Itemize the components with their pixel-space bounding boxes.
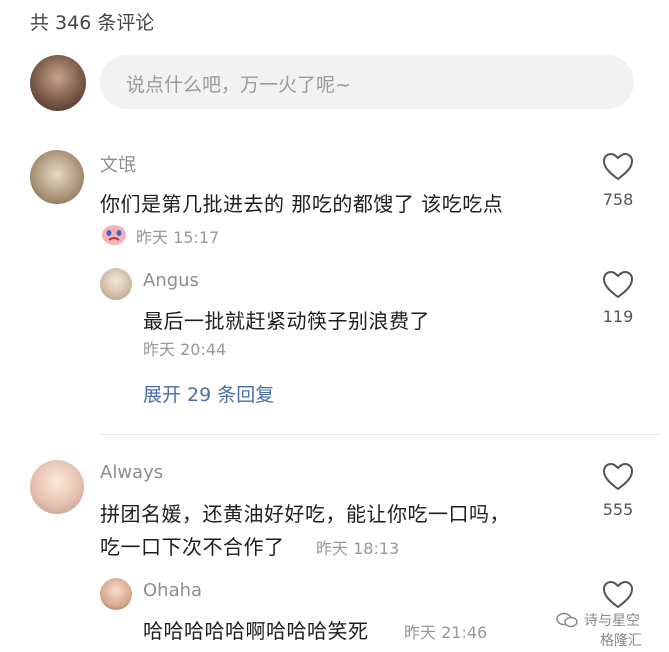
comment-text-line1: 拼团名媛，还黄油好好吃，能让你吃一口吗， [100, 502, 510, 526]
crying-emoji-icon [102, 225, 126, 245]
current-user-avatar[interactable] [30, 55, 86, 111]
comment-username[interactable]: 文氓 [100, 151, 136, 177]
reply-text: 最后一批就赶紧动筷子别浪费了 [143, 309, 430, 333]
watermark-logo: 格隆汇 [600, 633, 642, 649]
avatar[interactable] [100, 268, 132, 300]
avatar[interactable] [30, 150, 84, 204]
like-count: 555 [602, 500, 634, 519]
reply-time: 昨天 21:46 [404, 623, 488, 642]
like-heart-icon[interactable] [602, 152, 634, 182]
comment-count: 共 346 条评论 [30, 12, 155, 34]
reply-text: 哈哈哈哈哈啊哈哈哈笑死 [143, 619, 369, 643]
comment-time: 昨天 18:13 [316, 539, 400, 558]
reply-username[interactable]: Ohaha [143, 580, 202, 601]
comment-input-placeholder: 说点什么吧，万一火了呢~ [126, 74, 351, 96]
reply-time: 昨天 20:44 [143, 340, 227, 359]
avatar[interactable] [100, 578, 132, 610]
like-heart-icon[interactable] [602, 270, 634, 300]
watermark-account: 诗与星空 [584, 613, 640, 629]
reply-username[interactable]: Angus [143, 270, 199, 291]
like-heart-icon[interactable] [602, 580, 634, 610]
comment-time: 昨天 15:17 [136, 228, 220, 247]
comment-username[interactable]: Always [100, 462, 163, 483]
divider [100, 434, 660, 435]
wechat-icon [556, 612, 578, 628]
comment-input[interactable]: 说点什么吧，万一火了呢~ [100, 55, 634, 109]
expand-replies-link[interactable]: 展开 29 条回复 [143, 380, 274, 407]
like-heart-icon[interactable] [602, 462, 634, 492]
comment-text-line2: 吃一口下次不合作了 [100, 535, 285, 559]
comment-text: 你们是第几批进去的 那吃的都馊了 该吃吃点 [100, 192, 504, 216]
avatar[interactable] [30, 460, 84, 514]
like-count: 758 [602, 190, 634, 209]
like-count: 119 [602, 307, 634, 326]
